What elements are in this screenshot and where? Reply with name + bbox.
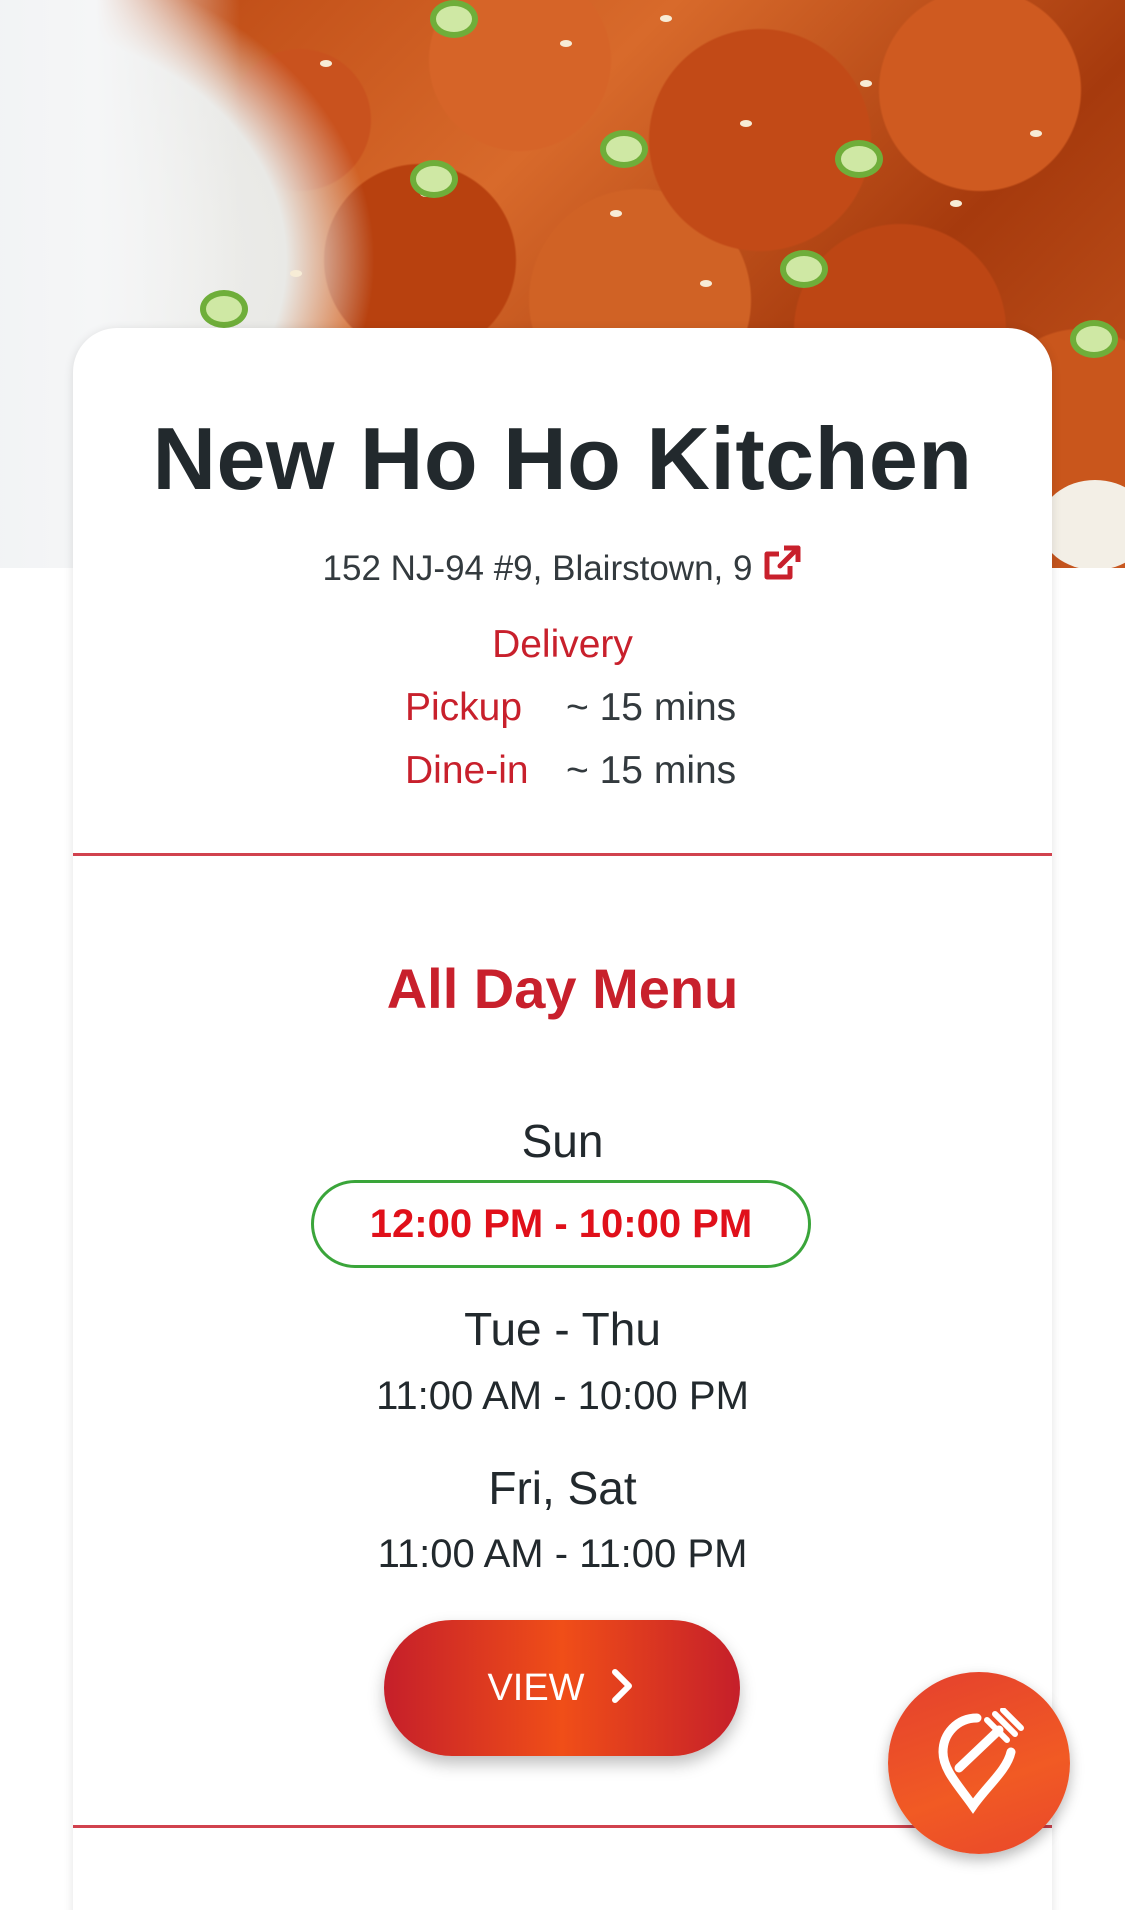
delivery-option: Delivery bbox=[492, 623, 633, 666]
menu-title: All Day Menu bbox=[386, 957, 739, 1020]
sesame-seed bbox=[700, 280, 712, 287]
rice-detail bbox=[1040, 480, 1125, 568]
sesame-seed bbox=[950, 200, 962, 207]
green-onion bbox=[600, 130, 648, 168]
current-hours-badge: 12:00 PM - 10:00 PM bbox=[311, 1180, 811, 1268]
chevron-right-icon bbox=[607, 1626, 637, 1703]
address-row: 152 NJ-94 #9, Blairstown, 9 bbox=[73, 544, 1052, 589]
schedule-day-sun: Sun bbox=[521, 1115, 604, 1167]
sesame-seed bbox=[610, 210, 622, 217]
view-menu-button[interactable]: VIEW bbox=[384, 1620, 740, 1756]
section-divider bbox=[73, 853, 1052, 856]
sesame-seed bbox=[290, 270, 302, 277]
order-fab-button[interactable] bbox=[888, 1672, 1070, 1854]
sesame-seed bbox=[560, 40, 572, 47]
green-onion bbox=[835, 140, 883, 178]
fork-location-pin-icon bbox=[938, 1708, 1024, 1814]
dinein-label: Dine-in bbox=[405, 749, 529, 792]
green-onion bbox=[780, 250, 828, 288]
restaurant-info-card: New Ho Ho Kitchen 152 NJ-94 #9, Blairsto… bbox=[73, 328, 1052, 1910]
address-text[interactable]: 152 NJ-94 #9, Blairstown, 9 bbox=[323, 549, 753, 588]
external-link-icon[interactable] bbox=[762, 544, 802, 584]
sesame-seed bbox=[660, 15, 672, 22]
view-button-label: VIEW bbox=[487, 1667, 585, 1709]
schedule-day-fri-sat: Fri, Sat bbox=[488, 1462, 637, 1514]
sesame-seed bbox=[1030, 130, 1042, 137]
pickup-label: Pickup bbox=[405, 686, 523, 729]
sesame-seed bbox=[320, 60, 332, 67]
restaurant-name: New Ho Ho Kitchen bbox=[152, 409, 973, 508]
restaurant-page: New Ho Ho Kitchen 152 NJ-94 #9, Blairsto… bbox=[0, 0, 1125, 1910]
schedule-day-tue-thu: Tue - Thu bbox=[464, 1303, 661, 1355]
green-onion bbox=[410, 160, 458, 198]
dinein-time: ~ 15 mins bbox=[566, 749, 737, 792]
schedule-hours-fri-sat: 11:00 AM - 11:00 PM bbox=[377, 1532, 748, 1576]
pickup-time: ~ 15 mins bbox=[566, 686, 737, 729]
green-onion bbox=[200, 290, 248, 328]
sesame-seed bbox=[740, 120, 752, 127]
green-onion bbox=[430, 0, 478, 38]
sesame-seed bbox=[860, 80, 872, 87]
green-onion bbox=[1070, 320, 1118, 358]
section-divider bbox=[73, 1825, 1052, 1828]
schedule-hours-tue-thu: 11:00 AM - 10:00 PM bbox=[376, 1374, 749, 1418]
